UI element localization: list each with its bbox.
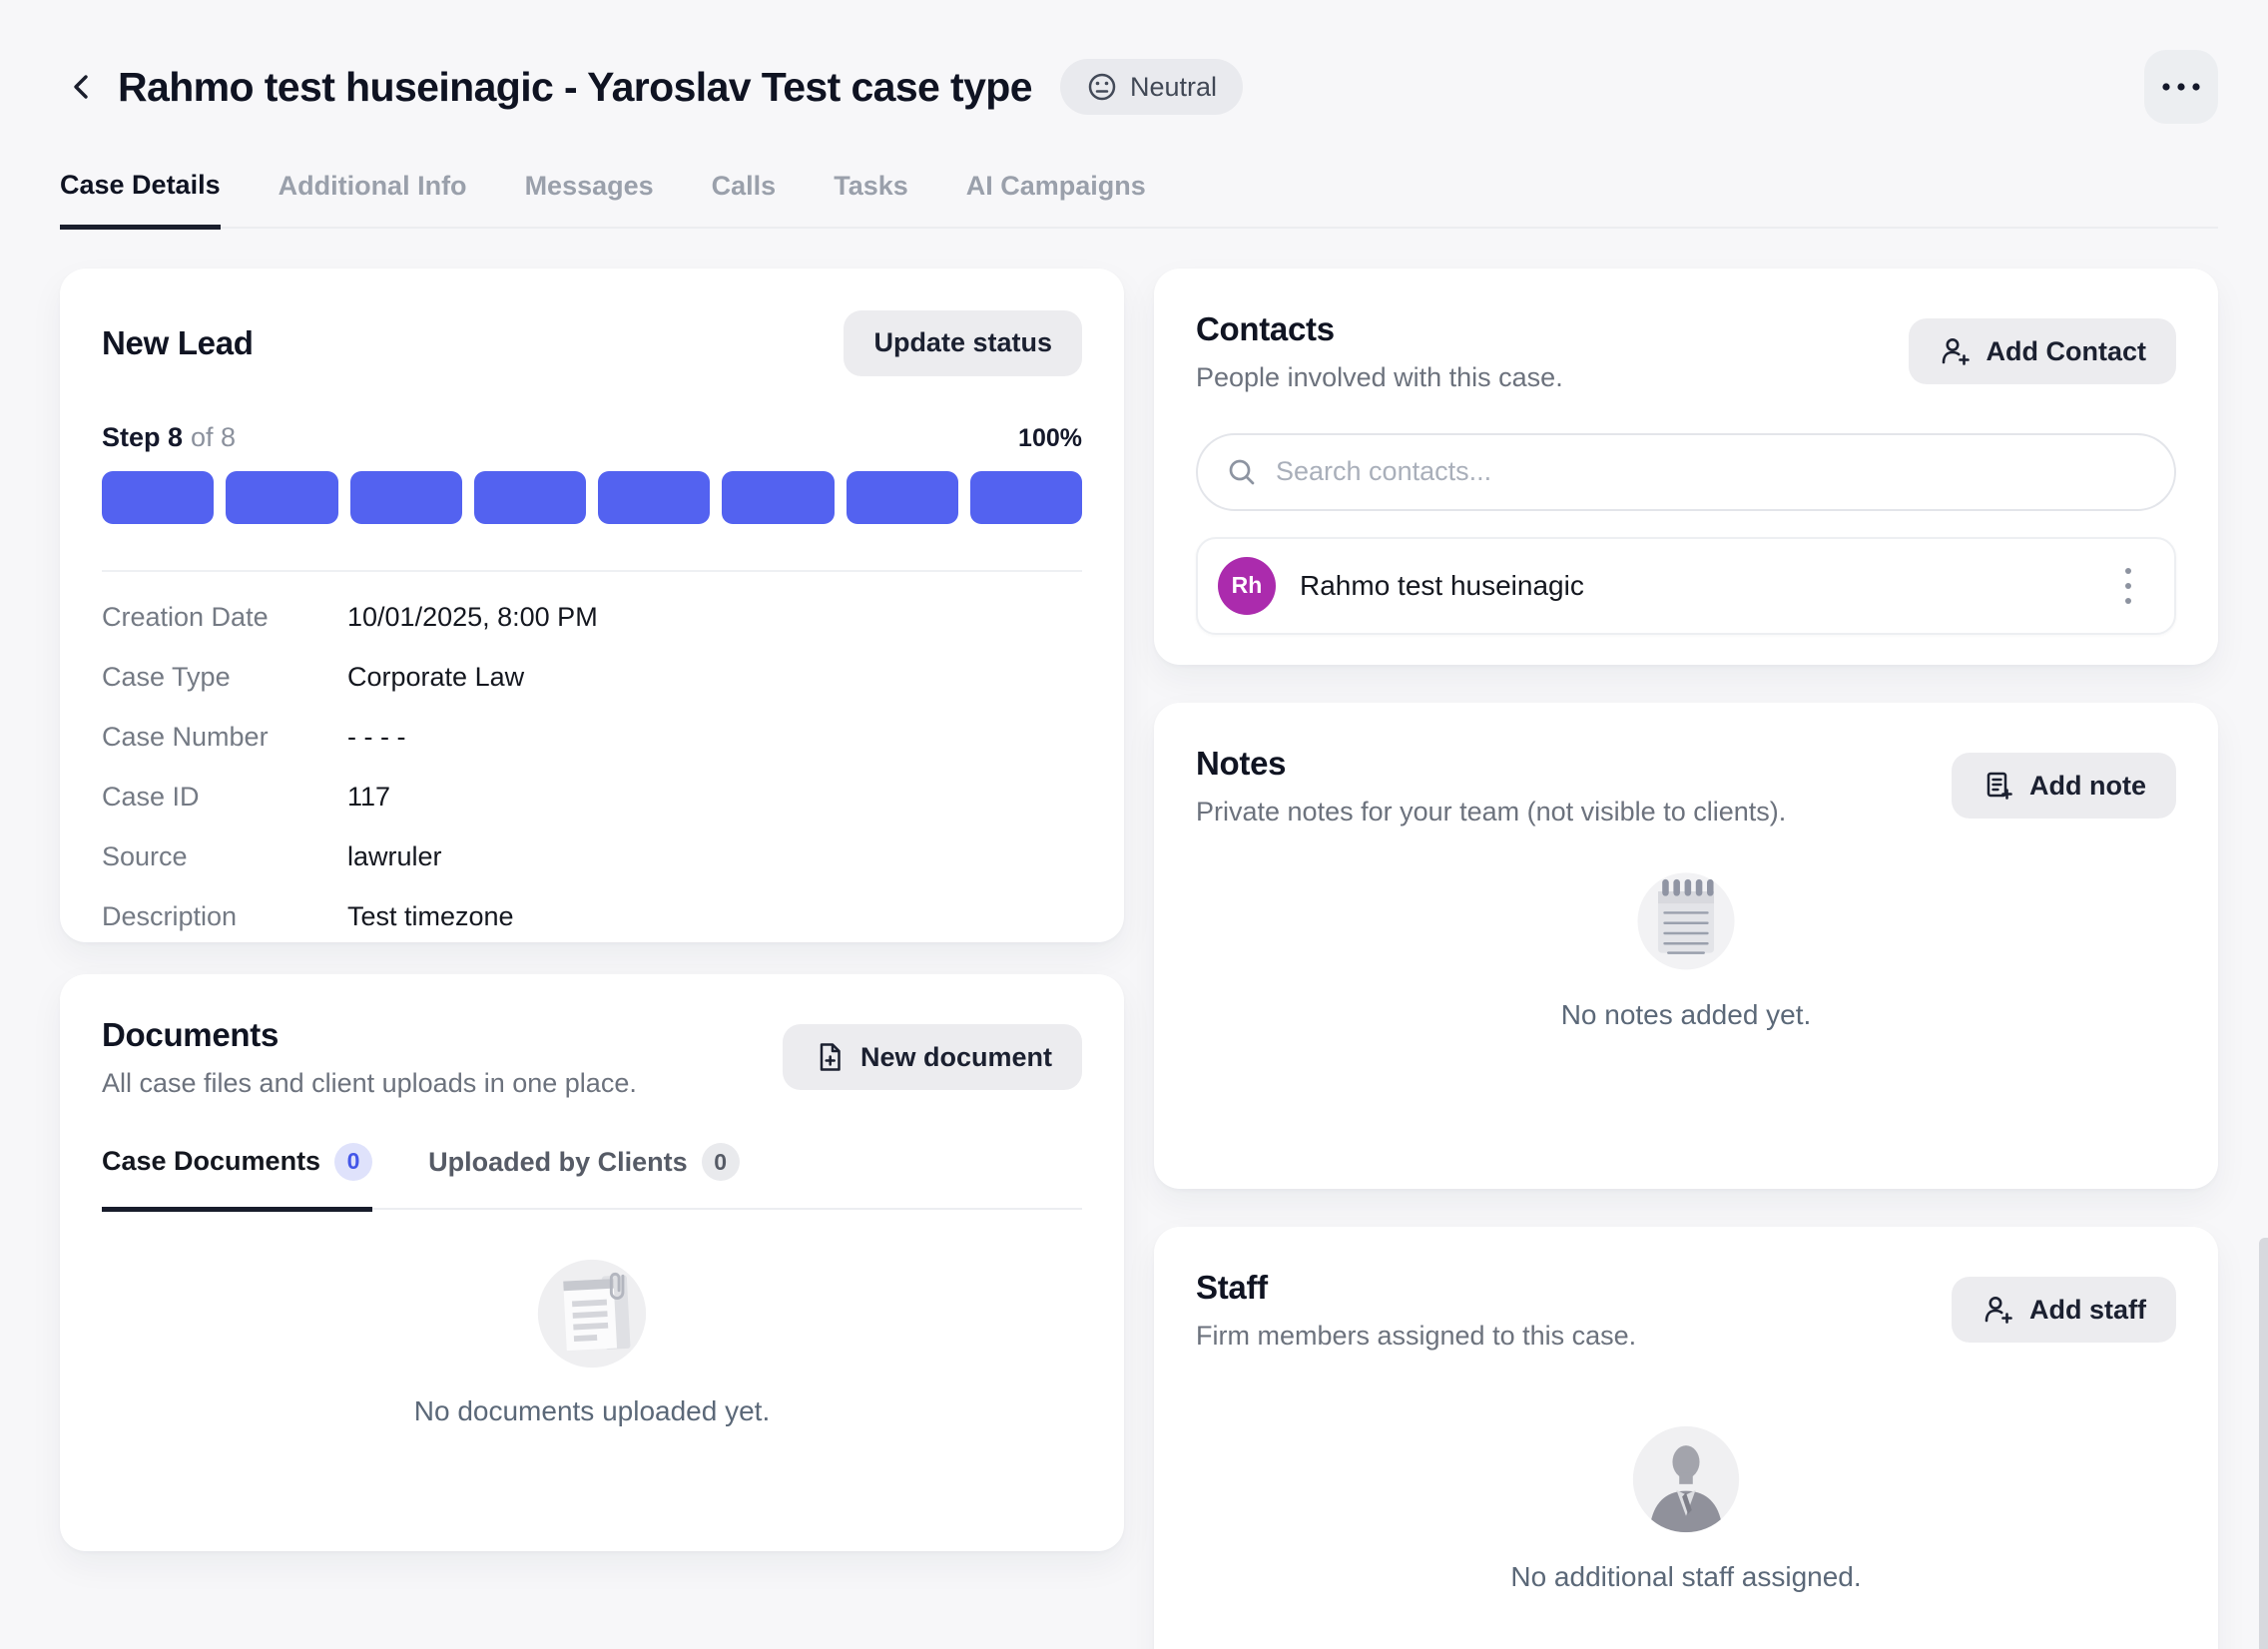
contact-row[interactable]: Rh Rahmo test huseinagic — [1196, 537, 2176, 635]
back-button[interactable] — [60, 65, 104, 109]
tab-tasks[interactable]: Tasks — [834, 170, 908, 227]
staff-card: Staff Firm members assigned to this case… — [1154, 1227, 2218, 1649]
progress-segment — [598, 471, 710, 524]
left-column: New Lead Update status Step 8 of 8 100% — [60, 269, 1124, 1551]
sentiment-label: Neutral — [1130, 72, 1217, 103]
documents-title: Documents — [102, 1016, 637, 1054]
file-plus-icon — [813, 1040, 847, 1074]
case-details-list: Creation Date 10/01/2025, 8:00 PM Case T… — [102, 588, 1082, 947]
progress-segment — [847, 471, 958, 524]
neutral-face-icon — [1086, 71, 1118, 103]
kebab-icon — [2123, 565, 2133, 607]
status-card: New Lead Update status Step 8 of 8 100% — [60, 269, 1124, 942]
right-column: Contacts People involved with this case.… — [1154, 269, 2218, 1649]
progress-segment — [226, 471, 337, 524]
contacts-card: Contacts People involved with this case.… — [1154, 269, 2218, 665]
add-note-button[interactable]: Add note — [1952, 753, 2176, 819]
sentiment-badge: Neutral — [1060, 59, 1243, 115]
contact-menu-button[interactable] — [2106, 558, 2150, 614]
documents-empty-state: No documents uploaded yet. — [102, 1256, 1082, 1427]
add-contact-button[interactable]: Add Contact — [1909, 318, 2176, 384]
progress-bar — [102, 471, 1082, 524]
scrollbar-thumb[interactable] — [2259, 1238, 2268, 1649]
status-title: New Lead — [102, 324, 254, 362]
document-paperclip-illustration — [534, 1256, 650, 1372]
contacts-search — [1196, 433, 2176, 511]
contact-name: Rahmo test huseinagic — [1300, 570, 1584, 602]
step-of: of 8 — [191, 422, 236, 452]
tab-case-documents[interactable]: Case Documents 0 — [102, 1143, 372, 1212]
search-icon — [1226, 456, 1258, 488]
step-label: Step 8 — [102, 422, 183, 452]
progress-segment — [102, 471, 214, 524]
staff-title: Staff — [1196, 1269, 1636, 1307]
documents-card: Documents All case files and client uplo… — [60, 974, 1124, 1551]
update-status-button[interactable]: Update status — [844, 310, 1082, 376]
detail-row-description: Description Test timezone — [102, 887, 1082, 947]
progress-segment — [970, 471, 1082, 524]
search-contacts-input[interactable] — [1276, 456, 2146, 487]
documents-tab-bar: Case Documents 0 Uploaded by Clients 0 — [102, 1143, 1082, 1211]
tab-uploaded-by-clients[interactable]: Uploaded by Clients 0 — [428, 1143, 740, 1209]
divider — [102, 570, 1082, 572]
progress-segment — [474, 471, 586, 524]
progress-segment — [350, 471, 462, 524]
user-plus-icon — [1982, 1293, 2015, 1327]
case-page: Rahmo test huseinagic - Yaroslav Test ca… — [0, 50, 2268, 1649]
more-button[interactable] — [2144, 50, 2218, 124]
contacts-subtitle: People involved with this case. — [1196, 362, 1563, 393]
documents-subtitle: All case files and client uploads in one… — [102, 1068, 637, 1099]
detail-row-creation-date: Creation Date 10/01/2025, 8:00 PM — [102, 588, 1082, 648]
add-staff-button[interactable]: Add staff — [1952, 1277, 2176, 1343]
note-plus-icon — [1982, 769, 2015, 803]
tab-additional-info[interactable]: Additional Info — [279, 170, 467, 227]
detail-row-case-number: Case Number - - - - — [102, 708, 1082, 768]
tab-messages[interactable]: Messages — [525, 170, 654, 227]
uploaded-by-clients-count: 0 — [702, 1143, 740, 1181]
contact-avatar: Rh — [1218, 557, 1276, 615]
notes-card: Notes Private notes for your team (not v… — [1154, 703, 2218, 1189]
contacts-title: Contacts — [1196, 310, 1563, 348]
notes-empty-text: No notes added yet. — [1561, 999, 1812, 1031]
staff-empty-state: No additional staff assigned. — [1196, 1421, 2176, 1593]
notepad-illustration — [1630, 863, 1742, 975]
person-illustration — [1628, 1421, 1744, 1537]
step-row: Step 8 of 8 100% — [102, 422, 1082, 453]
documents-empty-text: No documents uploaded yet. — [414, 1395, 770, 1427]
detail-row-case-id: Case ID 117 — [102, 768, 1082, 827]
case-documents-count: 0 — [334, 1143, 372, 1181]
tab-bar: Case Details Additional Info Messages Ca… — [60, 170, 2218, 229]
tab-ai-campaigns[interactable]: AI Campaigns — [966, 170, 1146, 227]
step-percent: 100% — [1018, 424, 1082, 453]
chevron-left-icon — [64, 69, 100, 105]
notes-empty-state: No notes added yet. — [1196, 863, 2176, 1031]
ellipsis-icon — [2158, 81, 2204, 93]
tab-calls[interactable]: Calls — [712, 170, 777, 227]
header: Rahmo test huseinagic - Yaroslav Test ca… — [60, 50, 2218, 124]
page-title: Rahmo test huseinagic - Yaroslav Test ca… — [118, 64, 1032, 111]
detail-row-case-type: Case Type Corporate Law — [102, 648, 1082, 708]
new-document-button[interactable]: New document — [783, 1024, 1082, 1090]
staff-empty-text: No additional staff assigned. — [1510, 1561, 1861, 1593]
detail-row-source: Source lawruler — [102, 827, 1082, 887]
tab-case-details[interactable]: Case Details — [60, 170, 221, 230]
progress-segment — [722, 471, 834, 524]
user-plus-icon — [1939, 334, 1973, 368]
notes-title: Notes — [1196, 745, 1786, 783]
notes-subtitle: Private notes for your team (not visible… — [1196, 797, 1786, 827]
staff-subtitle: Firm members assigned to this case. — [1196, 1321, 1636, 1352]
